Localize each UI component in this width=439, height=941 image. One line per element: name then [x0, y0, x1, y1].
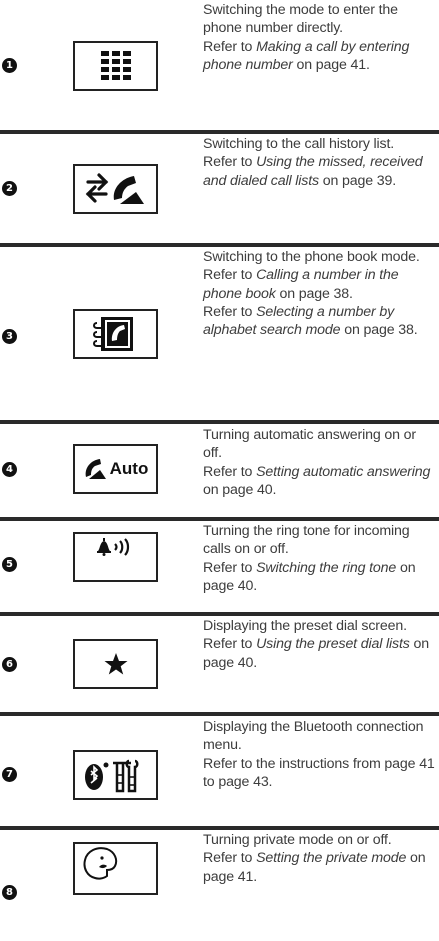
keypad-icon — [100, 51, 131, 80]
divider — [0, 517, 439, 521]
star-icon — [104, 653, 127, 675]
preset-dial-button[interactable] — [73, 639, 158, 689]
row-number: 8 — [2, 885, 17, 900]
row-description: Switching the mode to enter the phone nu… — [203, 2, 410, 73]
divider — [0, 130, 439, 134]
private-mode-button[interactable] — [73, 842, 158, 895]
row-description: Turning automatic answering on or off. R… — [203, 427, 431, 498]
divider — [0, 612, 439, 616]
row-number: 6 — [2, 657, 17, 672]
divider — [0, 420, 439, 424]
row-number: 7 — [2, 767, 17, 782]
row-description: Displaying the preset dial screen. Refer… — [203, 618, 430, 671]
phone-book-icon — [92, 317, 133, 351]
call-history-icon — [85, 173, 144, 204]
divider — [0, 243, 439, 247]
call-history-button[interactable] — [73, 164, 158, 214]
divider — [0, 826, 439, 830]
bluetooth-tools-icon — [84, 759, 138, 793]
private-mode-icon — [83, 847, 118, 880]
row-number: 4 — [2, 462, 17, 477]
row-description: Turning the ring tone for incoming calls… — [203, 523, 416, 594]
row-description: Switching to the phone book mode. Refer … — [203, 249, 420, 339]
row-number: 3 — [2, 329, 17, 344]
ring-tone-icon — [96, 538, 129, 556]
auto-answer-button[interactable]: Auto — [73, 444, 158, 494]
row-description: Turning private mode on or off. Refer to… — [203, 832, 426, 885]
ring-tone-button[interactable] — [73, 532, 158, 582]
row-description: Switching to the call history list. Refe… — [203, 136, 423, 189]
keypad-button[interactable] — [73, 41, 158, 91]
row-number: 1 — [2, 58, 17, 73]
divider — [0, 712, 439, 716]
auto-label: Auto — [109, 459, 149, 478]
row-description: Displaying the Bluetooth connection menu… — [203, 719, 435, 790]
bluetooth-connection-button[interactable] — [73, 750, 158, 800]
row-number: 5 — [2, 557, 17, 572]
phone-book-button[interactable] — [73, 309, 158, 359]
phone-handset-icon — [85, 459, 106, 479]
row-number: 2 — [2, 181, 17, 196]
